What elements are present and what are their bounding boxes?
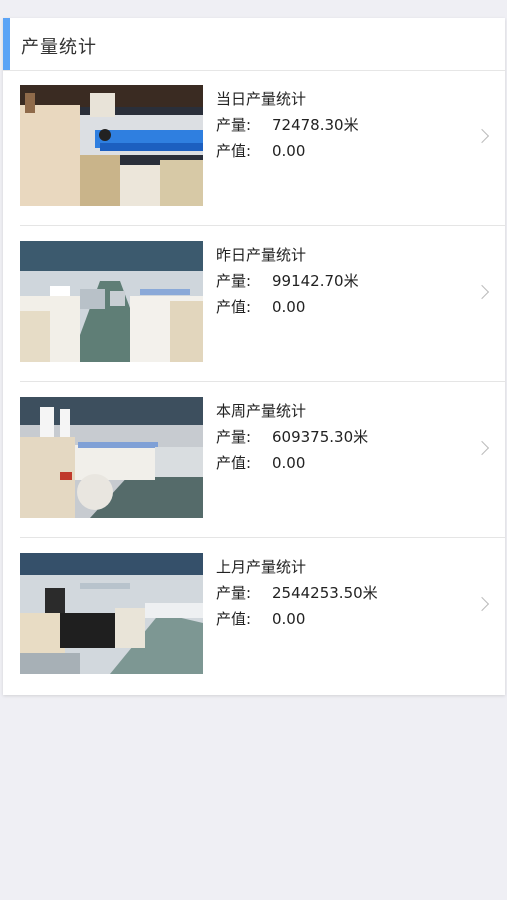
list-item-daily[interactable]: 当日产量统计 产量: 72478.30米 产值: 0.00 xyxy=(3,71,505,226)
value-value: 0.00 xyxy=(272,298,306,316)
divider xyxy=(20,537,505,538)
card-title: 产量统计 xyxy=(21,37,97,58)
item-title: 上月产量统计 xyxy=(216,558,307,576)
factory-floor-image xyxy=(20,241,203,362)
list-item-last-month[interactable]: 上月产量统计 产量: 2544253.50米 产值: 0.00 xyxy=(3,539,505,694)
value-label: 产值: xyxy=(216,610,252,628)
output-row: 产量: 72478.30米 xyxy=(216,115,359,135)
value-row: 产值: 0.00 xyxy=(216,297,359,317)
value-label: 产值: xyxy=(216,142,252,160)
item-info: 当日产量统计 产量: 72478.30米 产值: 0.00 xyxy=(216,89,359,161)
output-row: 产量: 609375.30米 xyxy=(216,427,368,447)
accent-bar xyxy=(3,18,10,70)
loom-machine-image xyxy=(20,85,203,206)
item-info: 昨日产量统计 产量: 99142.70米 产值: 0.00 xyxy=(216,245,359,317)
output-value: 609375.30米 xyxy=(272,428,369,446)
chevron-right-icon xyxy=(474,596,490,612)
value-value: 0.00 xyxy=(272,610,306,628)
output-value: 99142.70米 xyxy=(272,272,359,290)
item-title: 本周产量统计 xyxy=(216,402,307,420)
card-header: 产量统计 xyxy=(3,18,505,71)
output-label: 产量: xyxy=(216,428,252,446)
production-stats-card: 产量统计 当日产量统计 产量: 72478.30米 产值: 0.00 昨日产量统… xyxy=(3,18,505,695)
divider xyxy=(20,381,505,382)
value-row: 产值: 0.00 xyxy=(216,141,359,161)
item-title: 昨日产量统计 xyxy=(216,246,307,264)
output-label: 产量: xyxy=(216,116,252,134)
value-value: 0.00 xyxy=(272,454,306,472)
output-value: 72478.30米 xyxy=(272,116,359,134)
value-row: 产值: 0.00 xyxy=(216,609,378,629)
item-info: 上月产量统计 产量: 2544253.50米 产值: 0.00 xyxy=(216,557,378,629)
list-item-week[interactable]: 本周产量统计 产量: 609375.30米 产值: 0.00 xyxy=(3,383,505,538)
divider xyxy=(20,225,505,226)
item-info: 本周产量统计 产量: 609375.30米 产值: 0.00 xyxy=(216,401,368,473)
chevron-right-icon xyxy=(474,440,490,456)
value-value: 0.00 xyxy=(272,142,306,160)
chevron-right-icon xyxy=(474,128,490,144)
output-label: 产量: xyxy=(216,584,252,602)
output-label: 产量: xyxy=(216,272,252,290)
value-label: 产值: xyxy=(216,298,252,316)
factory-floor-image xyxy=(20,553,203,674)
item-title: 当日产量统计 xyxy=(216,90,307,108)
value-row: 产值: 0.00 xyxy=(216,453,368,473)
chevron-right-icon xyxy=(474,284,490,300)
output-value: 2544253.50米 xyxy=(272,584,378,602)
output-row: 产量: 2544253.50米 xyxy=(216,583,378,603)
factory-floor-image xyxy=(20,397,203,518)
list-item-yesterday[interactable]: 昨日产量统计 产量: 99142.70米 产值: 0.00 xyxy=(3,227,505,382)
output-row: 产量: 99142.70米 xyxy=(216,271,359,291)
value-label: 产值: xyxy=(216,454,252,472)
